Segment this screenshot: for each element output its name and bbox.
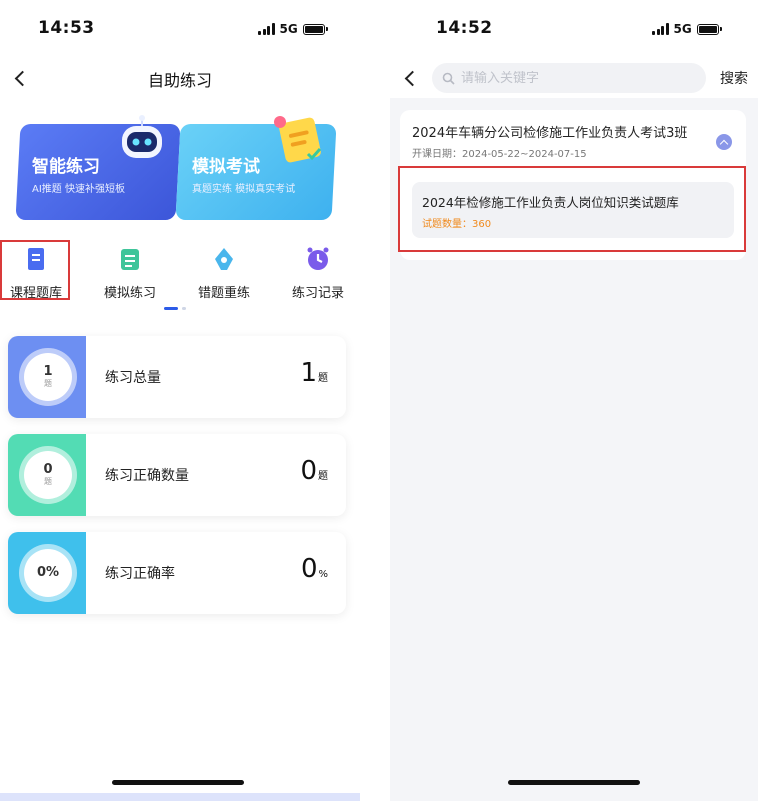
menu-wrong-question-retry[interactable]: 错题重练 [184,240,264,301]
stat-label: 练习总量 [105,370,161,386]
chevron-left-icon [404,70,420,86]
stat-card-total: 1 题 练习总量 1题 [8,336,346,418]
search-field[interactable] [432,63,706,93]
list-icon [121,249,139,270]
home-indicator [112,780,244,785]
memo-icon [274,116,322,163]
progress-ring: 1 题 [19,348,77,406]
search-button[interactable]: 搜索 [720,68,748,88]
stat-value: 0题 [300,456,328,486]
stat-unit: 题 [318,471,328,482]
clock-icon [307,247,329,270]
stat-card-correct-count: 0 题 练习正确数量 0题 [8,434,346,516]
mock-exam-subtitle: 真题实练 模拟真实考试 [192,184,296,195]
status-icons: 5G [652,22,722,36]
stat-unit: 题 [318,373,328,384]
status-bar: 14:53 5G [0,0,360,58]
collapse-button[interactable] [716,134,732,150]
network-label: 5G [673,22,692,36]
ring-value: 0% [36,565,60,580]
back-button[interactable] [398,64,422,92]
progress-ring: 0% [19,544,77,602]
menu-label: 练习记录 [291,286,344,301]
highlight-box [398,166,746,252]
nav-bar: 自助练习 [0,58,360,98]
status-icons: 5G [258,22,328,36]
smart-practice-subtitle: AI推题 快速补强短板 [32,184,125,195]
mock-exam-title: 模拟考试 [192,157,260,177]
ring-unit: 题 [44,477,52,486]
signal-icon [652,23,669,35]
battery-icon [696,23,722,35]
pen-icon [215,248,233,270]
stat-unit: % [318,569,328,580]
course-bank-search-screen: 14:52 5G 搜索 2024年车辆分公司检修施工作业负责人考试3班 开课日期… [390,0,758,801]
chevron-up-icon [719,139,729,148]
course-date: 开课日期：2024-05-22~2024-07-15 [412,149,587,160]
progress-ring: 0 题 [19,446,77,504]
ring-value: 0 [43,462,53,477]
self-practice-screen: 14:53 5G 自助练习 智能练习 AI推题 快速补强短板 模拟考试 真题实练… [0,0,360,801]
search-icon [442,72,455,85]
stat-card-correct-rate: 0% 练习正确率 0% [8,532,346,614]
menu-label: 模拟练习 [103,286,156,301]
menu-label: 错题重练 [197,286,250,301]
footer-strip [0,793,360,801]
stat-value: 0% [300,554,328,584]
battery-icon [302,23,328,35]
ring-value: 1 [43,364,53,379]
stat-label: 练习正确数量 [105,468,189,484]
status-bar: 14:52 5G [390,0,758,58]
course-title: 2024年车辆分公司检修施工作业负责人考试3班 [412,126,688,141]
stat-label: 练习正确率 [105,566,175,582]
stat-value: 1题 [300,358,328,388]
ring-unit: 题 [44,379,52,388]
search-bar: 搜索 [390,58,758,98]
search-input[interactable] [461,70,681,86]
network-label: 5G [279,22,298,36]
home-indicator [508,780,640,785]
smart-practice-title: 智能练习 [32,157,100,177]
smart-practice-banner[interactable]: 智能练习 AI推题 快速补强短板 [15,115,181,220]
page-indicator [164,307,186,310]
signal-icon [258,23,275,35]
page-title: 自助练习 [147,71,212,90]
menu-mock-practice[interactable]: 模拟练习 [90,240,170,301]
highlight-box [0,240,70,300]
mock-exam-banner[interactable]: 模拟考试 真题实练 模拟真实考试 [175,116,337,220]
robot-icon [122,115,162,158]
status-time: 14:53 [38,18,95,38]
quick-menu: 课程题库 模拟练习 错题重练 练习记录 [0,240,360,306]
status-time: 14:52 [436,18,493,38]
menu-practice-records[interactable]: 练习记录 [278,240,358,301]
